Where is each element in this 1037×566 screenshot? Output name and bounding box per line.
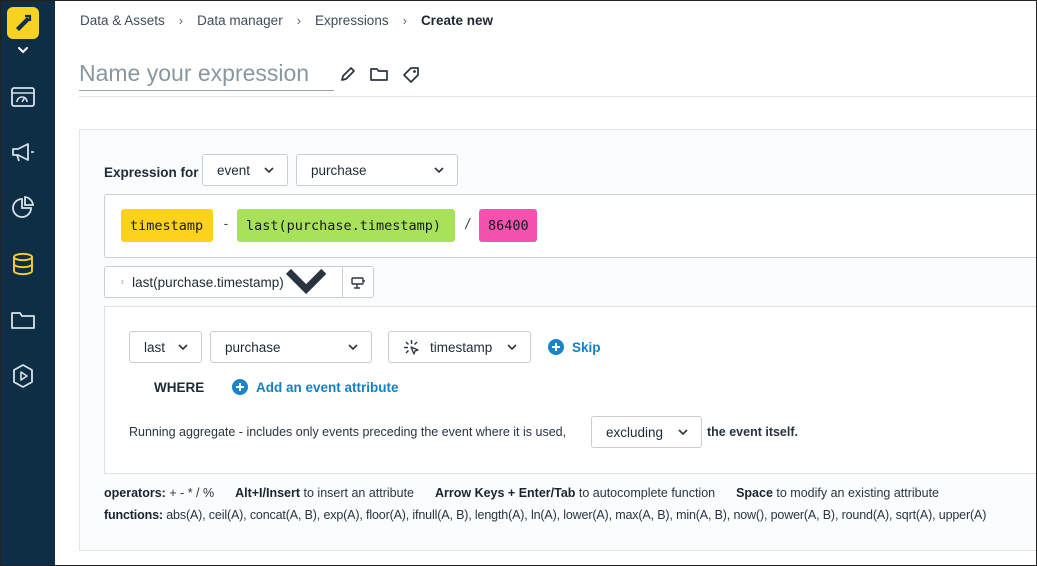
chevron-down-icon <box>285 268 327 294</box>
token-attribute-timestamp[interactable]: timestamp <box>121 209 213 242</box>
attribute-select[interactable]: timestamp <box>388 331 531 363</box>
token-number[interactable]: 86400 <box>479 209 537 242</box>
tag-icon[interactable] <box>401 64 421 84</box>
add-event-attribute-button[interactable]: Add an event attribute <box>232 379 399 395</box>
pencil-icon[interactable] <box>338 64 358 84</box>
plus-circle-icon <box>548 339 564 355</box>
plus-circle-icon <box>232 379 248 395</box>
megaphone-icon[interactable] <box>9 138 37 166</box>
chevron-right-icon: › <box>178 12 184 28</box>
breadcrumb-item-data-assets[interactable]: Data & Assets <box>80 13 165 28</box>
chevron-down-icon <box>178 343 188 350</box>
where-label: WHERE <box>154 380 205 395</box>
help-shortcuts: operators: + - * / % Alt+I/Insert to ins… <box>104 486 939 500</box>
breadcrumb-item-data-manager[interactable]: Data manager <box>197 13 283 28</box>
function-settings-icon <box>351 277 365 289</box>
aggregation-select[interactable]: last <box>129 331 202 363</box>
expression-for-label: Expression for <box>104 165 199 180</box>
entity-type-select[interactable]: event <box>202 154 288 186</box>
selected-function-select[interactable]: last(purchase.timestamp) <box>104 266 343 298</box>
token-function-last[interactable]: last(purchase.timestamp) <box>237 209 455 242</box>
sparkle-attribute-icon <box>404 339 419 355</box>
header-divider <box>79 96 1036 97</box>
operator-minus: - <box>222 217 230 232</box>
chevron-down-icon <box>264 166 274 173</box>
operator-divide: / <box>464 217 472 232</box>
function-icon <box>121 280 124 284</box>
chevron-down-icon <box>434 166 444 173</box>
folder-icon[interactable] <box>369 64 389 84</box>
breadcrumb-current: Create new <box>420 12 493 28</box>
chevron-down-icon <box>678 428 688 435</box>
function-settings-button[interactable] <box>342 266 374 298</box>
pie-chart-icon[interactable] <box>9 194 37 222</box>
help-functions: functions: abs(A), ceil(A), concat(A, B)… <box>104 508 987 522</box>
expression-name-input[interactable] <box>79 59 334 91</box>
running-option-select[interactable]: excluding <box>591 416 702 448</box>
running-aggregate-suffix: the event itself. <box>707 425 798 439</box>
breadcrumb-item-expressions[interactable]: Expressions <box>315 13 389 28</box>
running-aggregate-text: Running aggregate - includes only events… <box>129 425 567 439</box>
app-frame: Data & Assets › Data manager › Expressio… <box>0 0 1037 566</box>
chevron-right-icon: › <box>402 12 407 28</box>
chevron-down-icon <box>507 343 517 350</box>
entity-name-select[interactable]: purchase <box>296 154 458 186</box>
sidebar <box>1 1 55 565</box>
event-select[interactable]: purchase <box>210 331 372 363</box>
skip-button[interactable]: Skip <box>548 339 601 355</box>
play-circle-icon[interactable] <box>9 362 37 390</box>
dashboard-icon[interactable] <box>9 83 37 111</box>
folder-icon[interactable] <box>9 306 37 334</box>
chevron-right-icon: › <box>296 12 302 28</box>
breadcrumb: Data & Assets › Data manager › Expressio… <box>80 12 493 28</box>
database-icon[interactable] <box>9 250 37 278</box>
chevron-down-icon[interactable] <box>14 43 32 57</box>
chevron-down-icon <box>348 343 358 350</box>
brand-logo-icon[interactable] <box>7 7 39 39</box>
